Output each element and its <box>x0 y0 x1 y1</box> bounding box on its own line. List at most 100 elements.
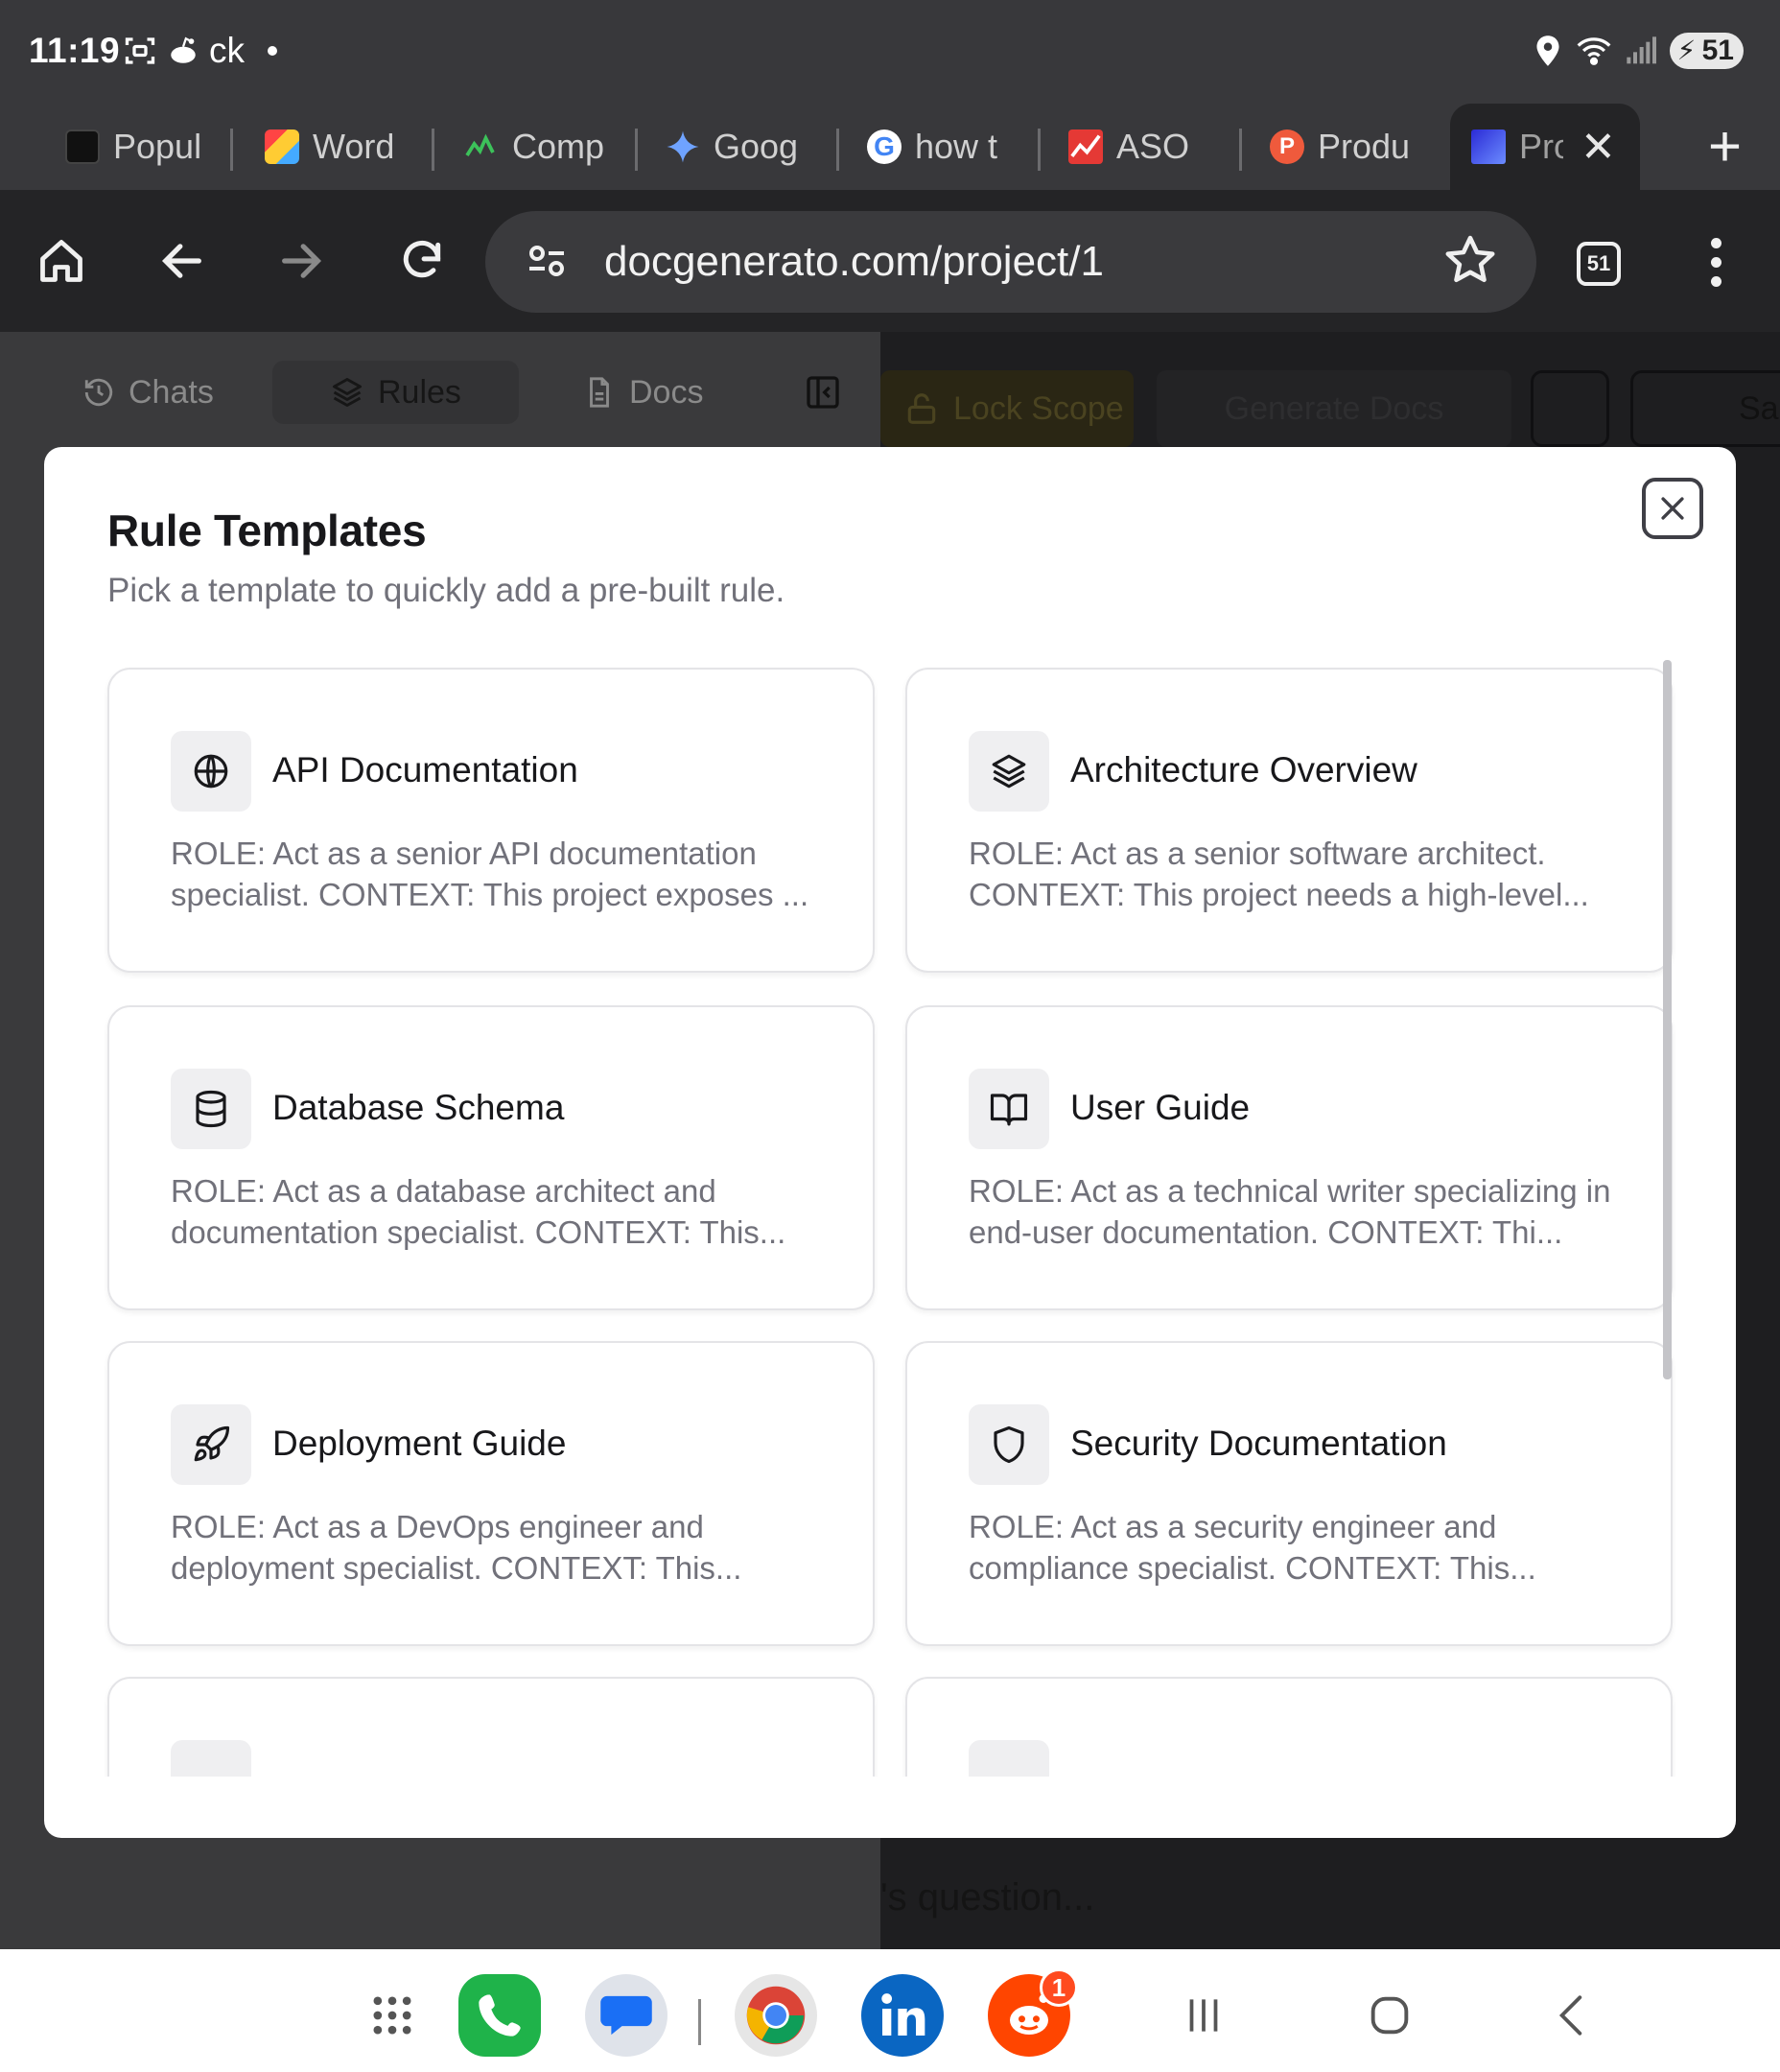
google-favicon: G <box>867 130 902 164</box>
phone-app[interactable] <box>458 1974 541 2057</box>
tab-comp[interactable]: Comp <box>464 104 608 190</box>
shield-icon <box>994 1425 1024 1464</box>
tab-project-active[interactable]: Pro ✕ <box>1450 104 1640 190</box>
globe-icon <box>194 754 228 789</box>
layers-icon <box>333 378 362 407</box>
template-description: ROLE: Act as a senior API documentation … <box>171 836 809 912</box>
template-card-partial[interactable] <box>107 1677 875 1777</box>
word-favicon <box>265 130 299 164</box>
chrome-icon <box>746 1986 806 2045</box>
left-panel-tabs: Chats Rules Docs <box>0 332 880 453</box>
close-dialog-button[interactable] <box>1642 478 1703 539</box>
home-button[interactable] <box>33 232 90 290</box>
template-card-security-documentation[interactable]: Security Documentation ROLE: Act as a se… <box>905 1341 1673 1646</box>
wifi-icon <box>1577 37 1611 65</box>
reddit-notification-icon <box>171 36 196 63</box>
app-drawer-icon <box>373 1996 411 2035</box>
menu-dot <box>1711 276 1721 287</box>
tab-switcher-button[interactable]: 51 <box>1577 242 1621 286</box>
phone-icon <box>479 1994 521 2037</box>
notification-icons: ck <box>123 31 277 71</box>
back-button[interactable] <box>153 232 211 290</box>
url-text[interactable]: docgenerato.com/project/1 <box>604 238 1104 286</box>
template-icon-box <box>969 1069 1049 1149</box>
template-card-api-documentation[interactable]: API Documentation ROLE: Act as a senior … <box>107 668 875 973</box>
templates-list[interactable]: API Documentation ROLE: Act as a senior … <box>44 658 1736 1777</box>
tab-docs[interactable]: Docs <box>583 361 703 424</box>
messages-app[interactable] <box>585 1974 668 2057</box>
tab-rules[interactable]: Rules <box>272 361 519 424</box>
browser-toolbar: docgenerato.com/project/1 51 <box>0 190 1780 332</box>
template-card-partial[interactable] <box>905 1677 1673 1777</box>
lock-scope-button[interactable]: Lock Scope <box>880 370 1134 447</box>
template-description: ROLE: Act as a DevOps engineer and deplo… <box>171 1509 742 1586</box>
notification-badge: 1 <box>1040 1968 1078 2007</box>
messages-icon <box>600 1995 652 2036</box>
signal-icon <box>1626 36 1656 64</box>
battery-indicator: ⚡ 51 <box>1669 33 1744 69</box>
battery-level: 51 <box>1701 35 1734 66</box>
tab-product[interactable]: P Produ <box>1270 104 1414 190</box>
status-bar: 11:19 ck ⚡ 51 <box>0 0 1780 104</box>
template-title: Deployment Guide <box>272 1424 567 1463</box>
generate-docs-button[interactable]: Generate Docs <box>1157 370 1511 447</box>
layers-icon <box>992 754 1026 789</box>
template-title: API Documentation <box>272 750 578 789</box>
gemini-favicon <box>666 130 700 164</box>
tab-how-to[interactable]: G how t <box>867 104 1011 190</box>
charging-icon: ⚡ <box>1676 35 1697 65</box>
template-description: ROLE: Act as a database architect and do… <box>171 1173 786 1250</box>
home-nav-button[interactable] <box>1348 1974 1431 2057</box>
template-title: User Guide <box>1070 1088 1251 1127</box>
templates-scrollbar[interactable] <box>1663 660 1672 1379</box>
template-icon-box <box>171 1740 251 1777</box>
template-card-architecture-overview[interactable]: Architecture Overview ROLE: Act as a sen… <box>905 668 1673 973</box>
tab-aso[interactable]: ASO <box>1068 104 1212 190</box>
tab-popular[interactable]: Popul <box>65 104 209 190</box>
menu-button[interactable] <box>1711 238 1722 295</box>
comp-favicon <box>464 130 499 164</box>
back-nav-button[interactable] <box>1531 1974 1613 2057</box>
recents-icon <box>1189 1999 1218 2032</box>
clock: 11:19 <box>29 31 121 70</box>
template-card-deployment-guide[interactable]: Deployment Guide ROLE: Act as a DevOps e… <box>107 1341 875 1646</box>
recents-button[interactable] <box>1162 1974 1245 2057</box>
address-bar[interactable]: docgenerato.com/project/1 <box>485 211 1536 313</box>
new-tab-button[interactable]: + <box>1708 113 1742 179</box>
question-input[interactable]: 's question... <box>880 1876 1094 1919</box>
bookmark-star-icon[interactable] <box>1442 232 1498 288</box>
site-settings-icon[interactable] <box>524 236 570 286</box>
template-description: ROLE: Act as a security engineer and com… <box>969 1509 1536 1586</box>
template-title: Database Schema <box>272 1088 565 1127</box>
close-tab-icon[interactable]: ✕ <box>1581 123 1616 172</box>
tab-strip: Popul Word Comp Goog G how t ASO P Produ… <box>0 104 1780 190</box>
reddit-app[interactable]: 1 <box>988 1968 1078 2057</box>
template-description: ROLE: Act as a technical writer speciali… <box>969 1173 1611 1250</box>
template-card-database-schema[interactable]: Database Schema ROLE: Act as a database … <box>107 1005 875 1310</box>
template-icon-box <box>969 731 1049 812</box>
aso-favicon <box>1068 130 1103 164</box>
app-drawer-button[interactable] <box>351 1974 433 2057</box>
book-open-icon <box>990 1094 1028 1126</box>
project-favicon <box>1471 130 1506 164</box>
tab-gemini[interactable]: Goog <box>666 104 809 190</box>
arrow-right-icon <box>282 244 322 278</box>
dock-separator <box>698 1999 701 2045</box>
forward-button[interactable] <box>272 232 330 290</box>
notification-text: ck <box>209 31 245 70</box>
reload-button[interactable] <box>393 232 451 290</box>
collapse-panel-button[interactable] <box>804 361 842 424</box>
linkedin-app[interactable] <box>861 1974 944 2057</box>
template-title: Security Documentation <box>1070 1424 1447 1463</box>
layout-toggle-button[interactable] <box>1531 370 1609 447</box>
tab-word[interactable]: Word <box>265 104 409 190</box>
menu-dot <box>1711 257 1721 268</box>
template-card-user-guide[interactable]: User Guide ROLE: Act as a technical writ… <box>905 1005 1673 1310</box>
save-button[interactable]: Sa <box>1630 370 1780 447</box>
chrome-app[interactable] <box>735 1974 817 2057</box>
dialog-title: Rule Templates <box>107 506 427 555</box>
arrow-left-icon <box>161 244 201 278</box>
rocket-icon <box>194 1425 230 1462</box>
screenshot-icon <box>125 37 155 64</box>
tab-chats[interactable]: Chats <box>82 361 214 424</box>
